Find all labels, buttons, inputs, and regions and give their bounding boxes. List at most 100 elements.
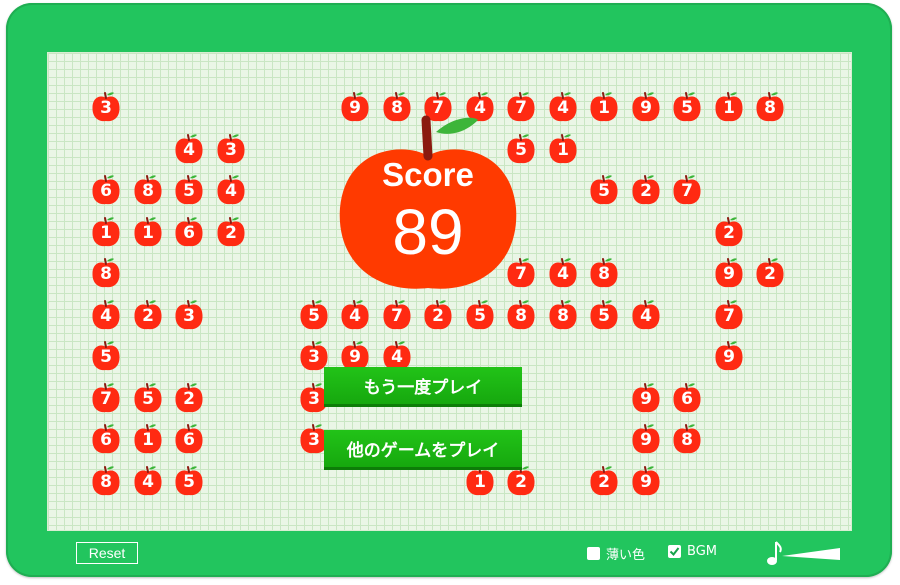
apple-number: 8 <box>764 98 776 118</box>
apple-number: 5 <box>681 98 693 118</box>
apple-number: 8 <box>100 472 112 492</box>
apple-tile[interactable]: 5 <box>465 299 495 331</box>
apple-tile[interactable]: 8 <box>589 257 619 289</box>
apple-tile[interactable]: 8 <box>672 423 702 455</box>
apple-tile[interactable]: 9 <box>714 257 744 289</box>
apple-tile[interactable]: 1 <box>589 91 619 123</box>
apple-tile[interactable]: 4 <box>548 257 578 289</box>
apple-tile[interactable]: 1 <box>133 216 163 248</box>
apple-tile[interactable]: 5 <box>174 174 204 206</box>
apple-tile[interactable]: 7 <box>672 174 702 206</box>
apple-tile[interactable]: 1 <box>548 133 578 165</box>
apple-tile[interactable]: 6 <box>91 423 121 455</box>
apple-tile[interactable]: 5 <box>133 382 163 414</box>
apple-tile[interactable]: 5 <box>299 299 329 331</box>
apple-tile[interactable]: 8 <box>755 91 785 123</box>
apple-tile[interactable]: 4 <box>174 133 204 165</box>
apple-number: 6 <box>183 223 195 243</box>
apple-number: 8 <box>598 264 610 284</box>
apple-number: 7 <box>391 306 403 326</box>
music-note-volume-icon[interactable] <box>752 538 842 568</box>
apple-tile[interactable]: 8 <box>548 299 578 331</box>
apple-number: 5 <box>598 306 610 326</box>
apple-tile[interactable]: 5 <box>589 299 619 331</box>
bgm-option[interactable]: BGM <box>668 544 717 559</box>
apple-number: 2 <box>432 306 444 326</box>
apple-tile[interactable]: 9 <box>631 382 661 414</box>
apple-tile[interactable]: 9 <box>631 423 661 455</box>
apple-tile[interactable]: 7 <box>91 382 121 414</box>
apple-tile[interactable]: 2 <box>133 299 163 331</box>
apple-number: 8 <box>557 306 569 326</box>
apple-tile[interactable]: 2 <box>216 216 246 248</box>
apple-tile[interactable]: 2 <box>755 257 785 289</box>
apple-number: 5 <box>598 181 610 201</box>
apple-tile[interactable]: 6 <box>91 174 121 206</box>
apple-tile[interactable]: 6 <box>174 216 204 248</box>
apple-number: 4 <box>640 306 652 326</box>
light-color-option[interactable]: 薄い色 <box>587 544 645 563</box>
apple-tile[interactable]: 5 <box>672 91 702 123</box>
replay-button[interactable]: もう一度プレイ <box>324 367 522 407</box>
apple-tile[interactable]: 5 <box>91 340 121 372</box>
apple-tile[interactable]: 4 <box>631 299 661 331</box>
apple-tile[interactable]: 1 <box>91 216 121 248</box>
apple-tile[interactable]: 8 <box>91 257 121 289</box>
apple-number: 9 <box>723 347 735 367</box>
apple-tile[interactable]: 2 <box>631 174 661 206</box>
apple-tile[interactable]: 2 <box>714 216 744 248</box>
other-games-button[interactable]: 他のゲームをプレイ <box>324 430 522 470</box>
apple-tile[interactable]: 1 <box>133 423 163 455</box>
apple-number: 3 <box>308 347 320 367</box>
apple-tile[interactable]: 2 <box>174 382 204 414</box>
apple-number: 4 <box>100 306 112 326</box>
apple-tile[interactable]: 5 <box>174 465 204 497</box>
apple-tile[interactable]: 8 <box>506 299 536 331</box>
apple-tile[interactable]: 1 <box>714 91 744 123</box>
apple-tile[interactable]: 6 <box>174 423 204 455</box>
score-value: 89 <box>392 196 464 268</box>
apple-tile[interactable]: 6 <box>672 382 702 414</box>
apple-tile[interactable]: 7 <box>714 299 744 331</box>
apple-number: 2 <box>225 223 237 243</box>
score-label: Score <box>382 156 474 193</box>
apple-number: 9 <box>640 389 652 409</box>
apple-number: 1 <box>598 98 610 118</box>
apple-tile[interactable]: 4 <box>340 299 370 331</box>
apple-number: 1 <box>142 430 154 450</box>
apple-tile[interactable]: 2 <box>589 465 619 497</box>
apple-tile[interactable]: 8 <box>91 465 121 497</box>
reset-button[interactable]: Reset <box>76 542 138 564</box>
apple-tile[interactable]: 9 <box>631 465 661 497</box>
apple-number: 8 <box>681 430 693 450</box>
apple-number: 7 <box>100 389 112 409</box>
apple-number: 5 <box>183 181 195 201</box>
apple-number: 2 <box>764 264 776 284</box>
apple-tile[interactable]: 3 <box>174 299 204 331</box>
light-color-checkbox[interactable] <box>587 547 600 560</box>
apple-number: 1 <box>474 472 486 492</box>
apple-tile[interactable]: 8 <box>133 174 163 206</box>
apple-number: 7 <box>681 181 693 201</box>
apple-number: 6 <box>681 389 693 409</box>
apple-tile[interactable]: 4 <box>91 299 121 331</box>
apple-number: 5 <box>100 347 112 367</box>
apple-tile[interactable]: 4 <box>216 174 246 206</box>
apple-number: 4 <box>183 140 195 160</box>
apple-tile[interactable]: 2 <box>423 299 453 331</box>
apple-tile[interactable]: 4 <box>548 91 578 123</box>
apple-tile[interactable]: 4 <box>133 465 163 497</box>
apple-number: 9 <box>640 472 652 492</box>
apple-tile[interactable]: 5 <box>589 174 619 206</box>
bgm-checkbox[interactable] <box>668 545 681 558</box>
apple-number: 5 <box>183 472 195 492</box>
apple-tile[interactable]: 9 <box>631 91 661 123</box>
light-color-label: 薄い色 <box>606 548 646 563</box>
apple-tile[interactable]: 7 <box>382 299 412 331</box>
apple-number: 2 <box>640 181 652 201</box>
apple-tile[interactable]: 3 <box>91 91 121 123</box>
apple-number: 9 <box>349 347 361 367</box>
apple-tile[interactable]: 3 <box>216 133 246 165</box>
apple-number: 5 <box>474 306 486 326</box>
apple-tile[interactable]: 9 <box>714 340 744 372</box>
